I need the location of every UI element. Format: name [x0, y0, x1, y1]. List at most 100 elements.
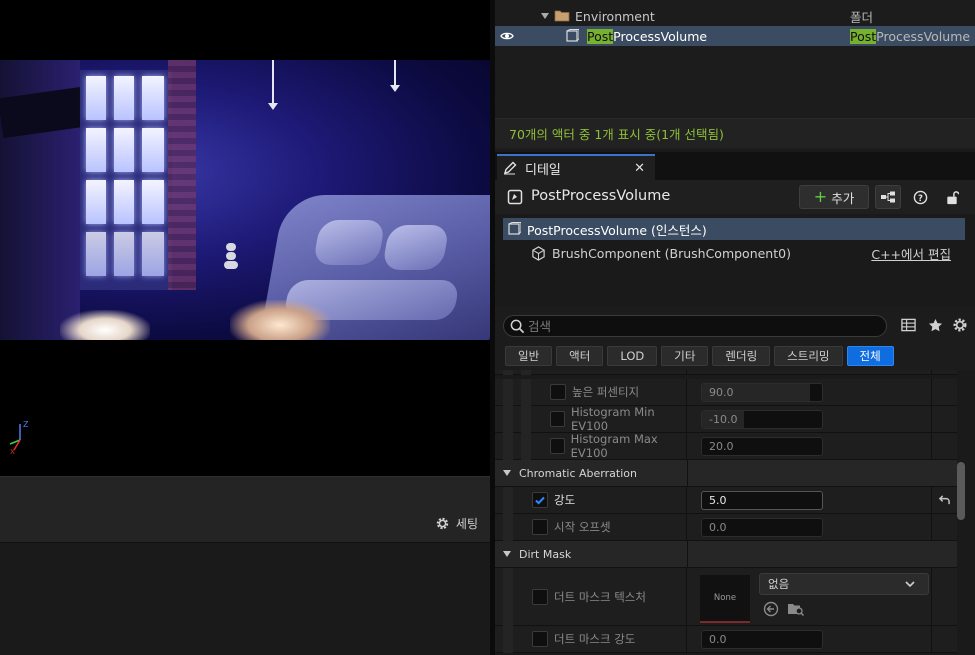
texture-asset-dropdown[interactable]: 없음 — [759, 573, 929, 595]
use-selected-asset-icon[interactable] — [763, 601, 779, 617]
hierarchy-icon — [881, 191, 895, 203]
lock-button[interactable] — [939, 185, 965, 209]
texture-preview-label: None — [713, 593, 737, 603]
filter-all[interactable]: 전체 — [846, 346, 894, 366]
checkmark-icon — [535, 496, 545, 505]
scene-light-spot — [230, 300, 330, 340]
category-dirt-mask[interactable]: Dirt Mask — [495, 541, 957, 568]
svg-text:X: X — [10, 448, 15, 456]
filter-lod[interactable]: LOD — [607, 346, 658, 366]
details-settings-button[interactable] — [947, 313, 973, 337]
postprocess-volume-icon — [566, 29, 579, 42]
histogram-min-field[interactable]: -10.0 — [701, 409, 823, 429]
property-label: 높은 퍼센티지 — [572, 385, 640, 399]
help-button[interactable]: ? — [907, 185, 933, 209]
outliner-row-partial[interactable] — [495, 0, 975, 2]
outliner-item-name: PostProcessVolume — [587, 28, 708, 44]
bottom-panel — [0, 543, 490, 655]
viewport-render[interactable] — [0, 60, 490, 340]
category-chromatic-aberration[interactable]: Chromatic Aberration — [495, 460, 957, 487]
start-offset-field[interactable]: 0.0 — [701, 517, 823, 537]
collapse-arrow-icon[interactable] — [503, 551, 511, 557]
right-panel: Environment 폴더 PostProcessVolume PostPro… — [495, 0, 975, 655]
override-checkbox[interactable] — [550, 411, 565, 427]
intensity-field[interactable]: 5.0 — [701, 490, 823, 510]
reset-arrow-icon — [938, 494, 950, 504]
scene-window — [80, 70, 172, 290]
outliner-item-name: Environment — [575, 8, 655, 24]
component-row-brush[interactable]: BrushComponent (BrushComponent0) C++에서 편… — [503, 242, 965, 264]
collapse-arrow-icon[interactable] — [503, 470, 511, 476]
override-checkbox[interactable] — [532, 588, 548, 605]
outliner-status-text: 70개의 액터 중 1개 표시 중(1개 선택됨) — [495, 118, 975, 148]
component-label: BrushComponent (BrushComponent0) — [552, 245, 791, 261]
filter-general[interactable]: 일반 — [505, 346, 553, 366]
actor-class-icon — [507, 189, 523, 205]
component-row-root[interactable]: PostProcessVolume (인스턴스) — [503, 218, 965, 240]
category-label: Dirt Mask — [519, 547, 572, 561]
high-percent-field[interactable]: 90.0 — [701, 382, 823, 402]
override-checkbox[interactable] — [532, 631, 548, 647]
close-icon[interactable]: ✕ — [634, 161, 645, 176]
light-direction-arrow-icon — [268, 60, 278, 110]
category-label: Chromatic Aberration — [519, 466, 637, 480]
details-search-box[interactable] — [503, 315, 887, 337]
texture-thumbnail[interactable]: None — [700, 575, 750, 623]
property-list: 높은 퍼센티지 90.0 Histogram Min EV100 -10.0 H… — [495, 370, 975, 655]
edit-in-cpp-link[interactable]: C++에서 편집 — [871, 244, 951, 263]
outliner-row-postprocessvolume[interactable]: PostProcessVolume PostProcessVolume — [495, 26, 975, 46]
property-label: 더트 마스크 텍스처 — [554, 589, 646, 604]
favorites-button[interactable] — [922, 313, 948, 337]
dirt-intensity-field[interactable]: 0.0 — [701, 629, 823, 649]
plus-icon: + — [813, 187, 828, 206]
property-row-dirt-intensity: 더트 마스크 강도 0.0 — [495, 626, 957, 653]
scene-light-spot — [60, 310, 150, 340]
scene-brick-column — [168, 60, 196, 290]
outliner-row-environment[interactable]: Environment 폴더 — [495, 6, 975, 26]
override-checkbox[interactable] — [532, 519, 548, 535]
search-input[interactable] — [528, 318, 868, 334]
gear-icon — [953, 318, 967, 332]
property-row-high-percent: 높은 퍼센티지 90.0 — [495, 379, 957, 406]
viewport-bottom-toolbar: 세팅 — [0, 476, 490, 543]
player-start-icon[interactable] — [222, 243, 240, 273]
add-component-button[interactable]: + 추가 — [799, 185, 869, 209]
outliner-item-type: PostProcessVolume — [850, 28, 971, 44]
visibility-eye-icon[interactable] — [500, 30, 514, 42]
blueprint-hierarchy-button[interactable] — [875, 185, 901, 209]
filter-streaming[interactable]: 스트리밍 — [774, 346, 843, 366]
expand-arrow-icon[interactable] — [541, 13, 549, 19]
details-scrollbar-thumb[interactable] — [957, 462, 965, 520]
property-matrix-button[interactable] — [895, 313, 921, 337]
dropdown-value: 없음 — [768, 577, 790, 591]
property-row-histogram-min: Histogram Min EV100 -10.0 — [495, 405, 957, 433]
override-checkbox-checked[interactable] — [532, 492, 548, 508]
actor-title: PostProcessVolume — [531, 188, 671, 204]
reset-to-default-button[interactable] — [931, 487, 957, 513]
svg-text:Z: Z — [23, 420, 29, 429]
property-row-partial — [495, 370, 957, 375]
add-label: 추가 — [831, 190, 855, 206]
override-checkbox[interactable] — [550, 438, 565, 454]
component-label: PostProcessVolume (인스턴스) — [527, 222, 707, 238]
property-label: Histogram Min EV100 — [570, 405, 655, 433]
outliner-item-type: 폴더 — [850, 9, 874, 25]
grid-table-icon — [900, 318, 916, 332]
histogram-max-field[interactable]: 20.0 — [701, 436, 823, 456]
property-label: 강도 — [554, 493, 576, 507]
property-row-histogram-max: Histogram Max EV100 20.0 — [495, 432, 957, 460]
filter-actor[interactable]: 액터 — [556, 346, 604, 366]
details-search-row — [495, 306, 975, 344]
override-checkbox[interactable] — [550, 384, 566, 400]
property-row-start-offset: 시작 오프셋 0.0 — [495, 514, 957, 541]
filter-misc[interactable]: 기타 — [661, 346, 709, 366]
tab-details[interactable]: 디테일 ✕ — [497, 154, 655, 180]
pencil-icon — [503, 161, 517, 175]
settings-button[interactable]: 세팅 — [435, 515, 478, 532]
viewport-panel: Z X 세팅 — [0, 0, 490, 655]
details-header: PostProcessVolume + 추가 ? — [495, 180, 975, 214]
axis-gizmo-icon: Z X — [9, 420, 29, 456]
browse-asset-icon[interactable] — [787, 601, 805, 617]
property-row-intensity: 강도 5.0 — [495, 487, 957, 514]
filter-rendering[interactable]: 렌더링 — [712, 346, 771, 366]
